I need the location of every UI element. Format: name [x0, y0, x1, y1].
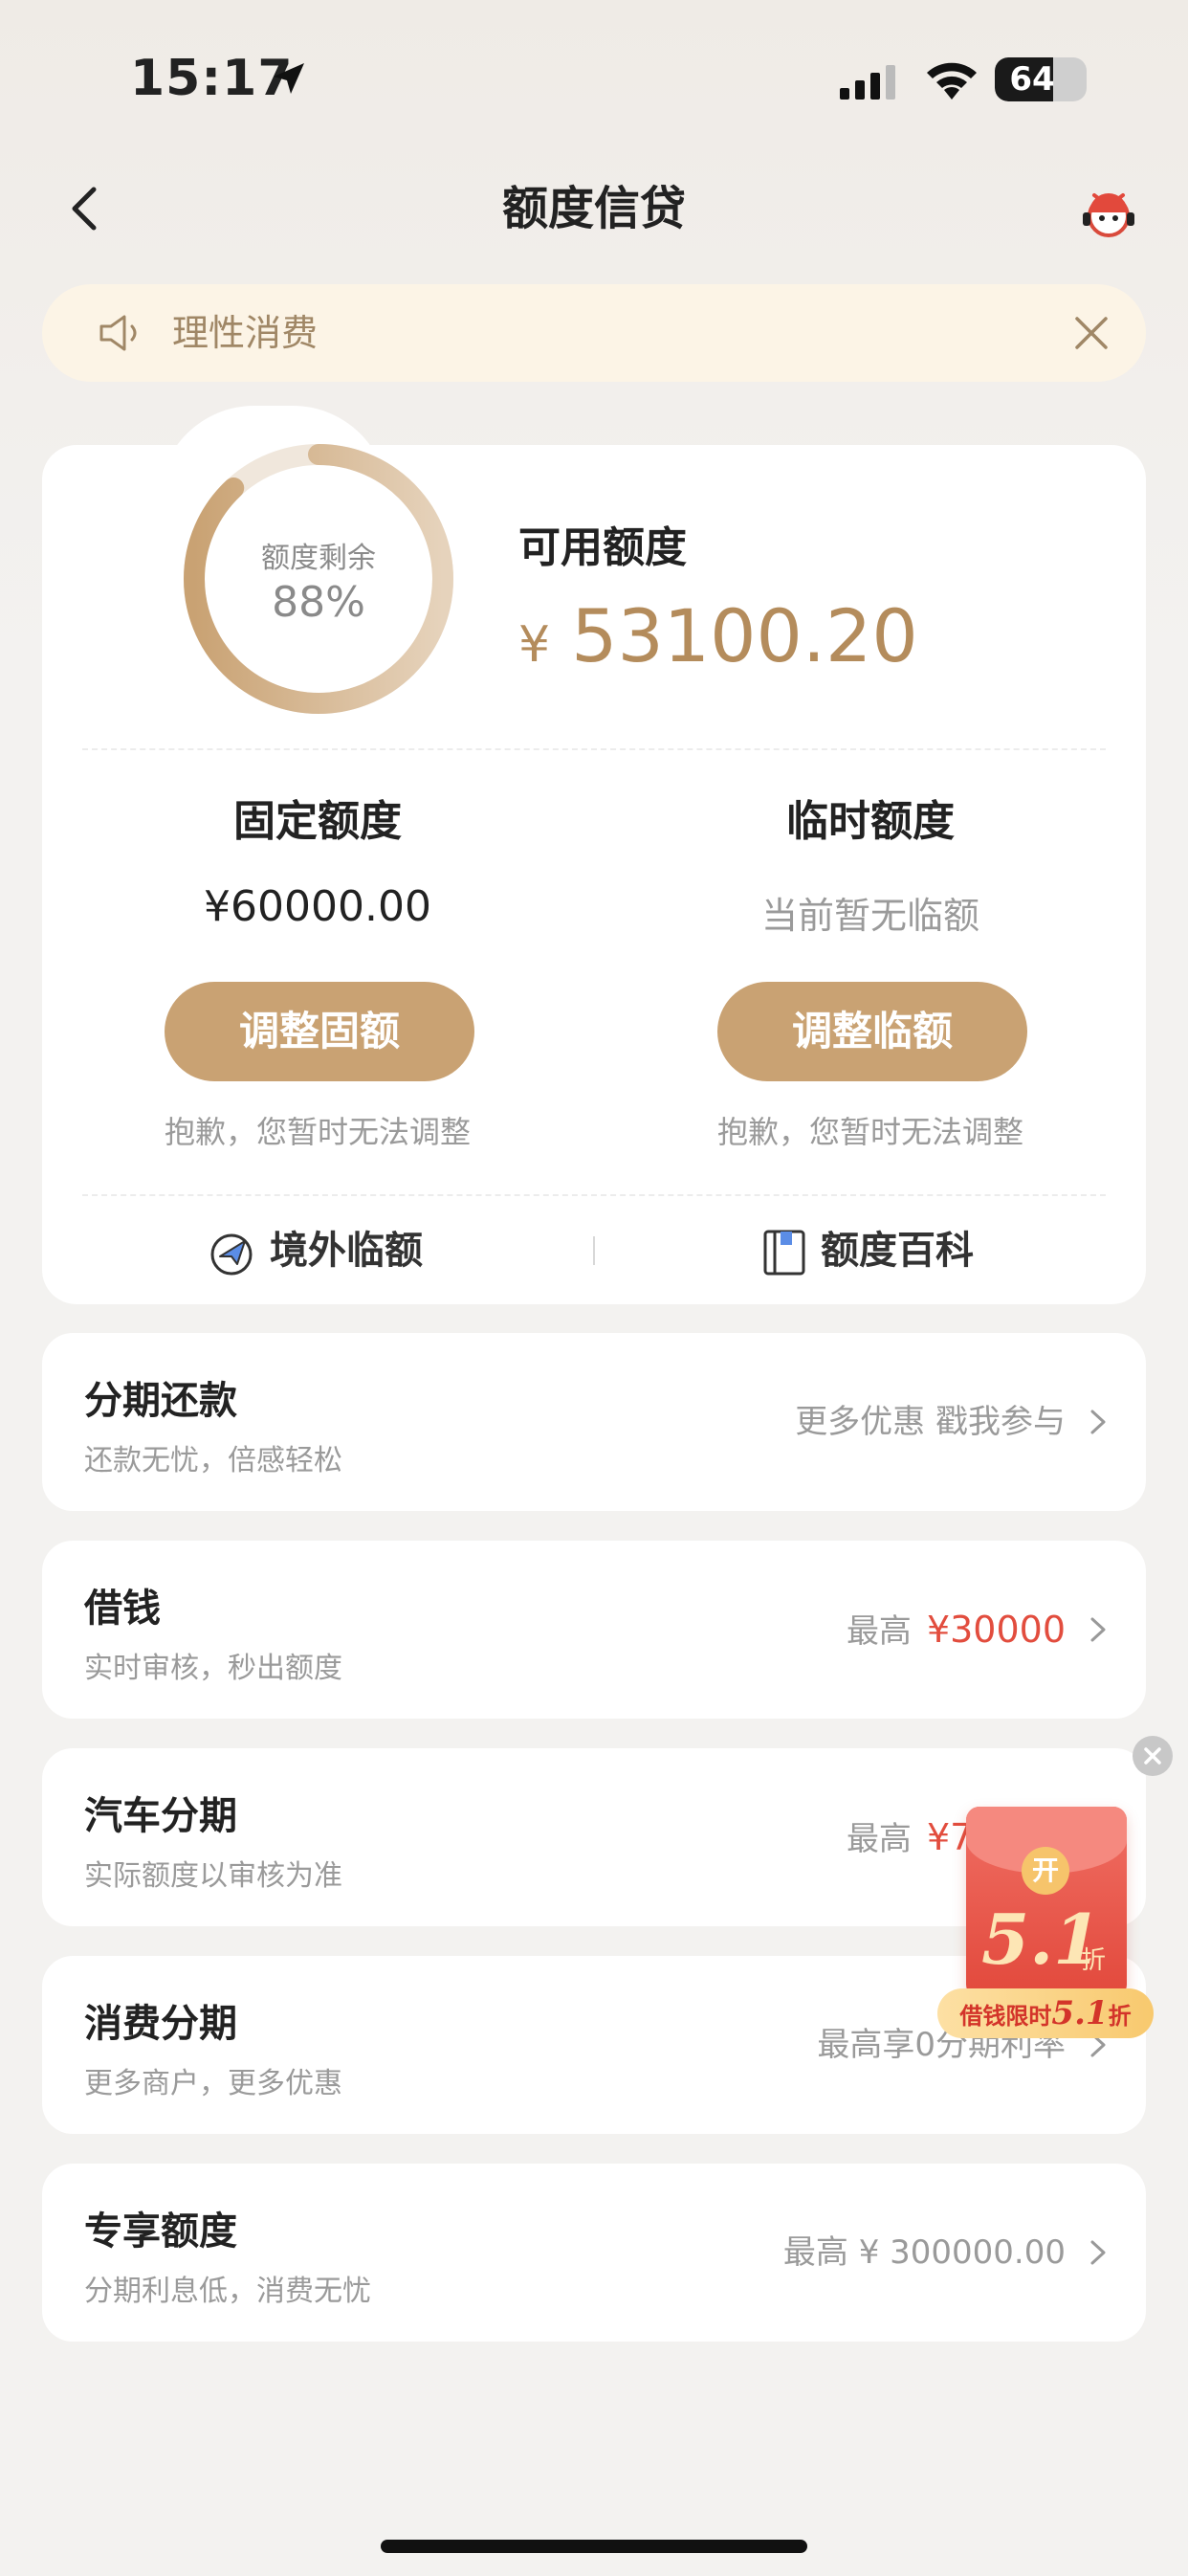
entry-title: 消费分期: [84, 2002, 237, 2046]
ring-percent: 88%: [272, 578, 365, 627]
page-title: 额度信贷: [501, 182, 686, 235]
available-value: 53100.20: [571, 593, 918, 678]
plane-icon: [210, 1233, 253, 1276]
entry-installment-repay[interactable]: 分期还款 还款无忧，倍感轻松 更多优惠 戳我参与: [42, 1333, 1146, 1511]
promo-banner-suffix: 折: [1108, 2003, 1132, 2030]
currency-symbol: ¥: [518, 616, 551, 674]
temp-quota-value: 当前暂无临额: [760, 895, 979, 937]
adjust-temp-button[interactable]: 调整临额: [717, 982, 1027, 1081]
customer-service-icon[interactable]: [1075, 180, 1142, 247]
fixed-quota-title: 固定额度: [233, 797, 402, 846]
entry-title: 汽车分期: [84, 1794, 237, 1838]
entry-right-prefix: 最高 ¥ 300000.00: [782, 2233, 1066, 2272]
entry-right-prefix: 最高: [846, 1820, 912, 1858]
link-separator: [593, 1236, 595, 1265]
overseas-link-label: 境外临额: [270, 1229, 423, 1273]
entry-title: 专享额度: [84, 2210, 237, 2254]
fixed-quota-note: 抱歉，您暂时无法调整: [164, 1114, 471, 1150]
chevron-right-icon: [1090, 2240, 1106, 2265]
nav-bar: 额度信贷: [0, 163, 1188, 255]
entry-subtitle: 实际额度以审核为准: [84, 1859, 342, 1893]
entry-right-text: 更多优惠 戳我参与: [795, 1333, 1066, 1511]
red-envelope-promo[interactable]: 开 5.1 折 借钱限时5.1折: [937, 1807, 1154, 2046]
overseas-temp-quota-link[interactable]: 境外临额: [207, 1217, 423, 1284]
notice-bar: 理性消费: [42, 284, 1146, 382]
entry-right-prefix: 最高: [846, 1612, 912, 1651]
close-icon: [1144, 1747, 1161, 1765]
entry-subtitle: 分期利息低，消费无忧: [84, 2275, 371, 2308]
entry-right-text: 最高 ¥ 300000.00: [783, 2164, 1066, 2342]
card-divider: [82, 748, 1106, 750]
entry-title: 借钱: [84, 1587, 161, 1631]
entry-subtitle: 实时审核，秒出额度: [84, 1652, 342, 1685]
promo-banner-prefix: 借钱限时: [959, 2003, 1052, 2030]
close-icon[interactable]: [1071, 313, 1111, 353]
wifi-icon: [927, 62, 977, 100]
temp-quota-title: 临时额度: [786, 797, 955, 846]
chevron-right-icon: [1090, 1617, 1106, 1642]
entry-right-text: 最高 ¥30000: [847, 1541, 1066, 1721]
temp-quota-note: 抱歉，您暂时无法调整: [716, 1114, 1023, 1150]
status-time: 15:17: [130, 50, 294, 107]
speaker-icon: [99, 315, 137, 351]
entry-exclusive-quota[interactable]: 专享额度 分期利息低，消费无忧 最高 ¥ 300000.00: [42, 2164, 1146, 2342]
location-arrow-icon: [274, 63, 304, 94]
fixed-quota-value: ¥60000.00: [204, 882, 431, 931]
promo-banner: 借钱限时5.1折: [937, 1988, 1154, 2038]
chevron-right-icon: [1090, 1410, 1106, 1434]
notice-text: 理性消费: [172, 312, 319, 354]
ring-label: 额度剩余: [261, 542, 376, 575]
entry-borrow[interactable]: 借钱 实时审核，秒出额度 最高 ¥30000: [42, 1541, 1146, 1719]
entry-title: 分期还款: [84, 1379, 237, 1423]
wiki-link-label: 额度百科: [821, 1229, 974, 1273]
quota-wiki-link[interactable]: 额度百科: [761, 1217, 974, 1284]
cellular-signal-icon: [840, 65, 895, 100]
entry-subtitle: 还款无忧，倍感轻松: [84, 1444, 342, 1477]
card-divider-2: [82, 1194, 1106, 1196]
back-chevron-icon[interactable]: [57, 180, 115, 237]
entry-subtitle: 更多商户，更多优惠: [84, 2067, 342, 2100]
promo-discount-unit: 折: [1081, 1946, 1107, 1975]
battery-icon: 64: [995, 57, 1087, 101]
adjust-fixed-button[interactable]: 调整固额: [165, 982, 474, 1081]
battery-nub: [1081, 71, 1087, 88]
promo-banner-value: 5.1: [1051, 1994, 1109, 2032]
entry-right-amount: ¥30000: [926, 1609, 1066, 1651]
available-label: 可用额度: [518, 523, 687, 572]
book-icon: [763, 1230, 805, 1276]
battery-level: 64: [1009, 60, 1055, 99]
open-coin: 开: [1022, 1847, 1069, 1895]
status-bar: 15:17 64: [0, 0, 1188, 153]
promo-close-button[interactable]: [1133, 1736, 1173, 1776]
home-indicator: [381, 2540, 807, 2553]
available-amount: ¥53100.20: [518, 593, 918, 678]
entry-right-prefix: 更多优惠 戳我参与: [795, 1403, 1066, 1441]
